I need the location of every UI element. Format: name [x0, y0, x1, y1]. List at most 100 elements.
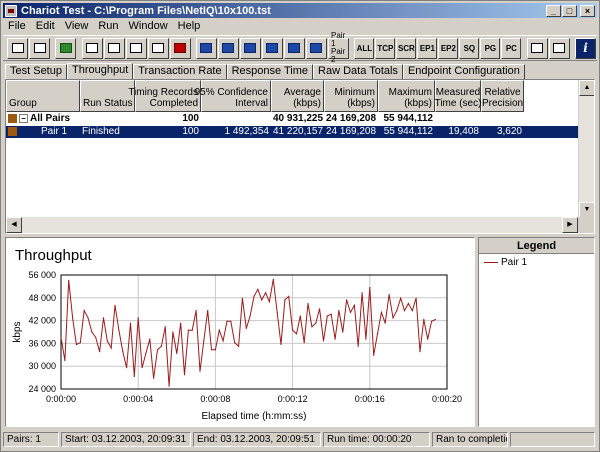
menu-view[interactable]: View	[60, 19, 94, 34]
filter-pg-button[interactable]: PG	[480, 37, 501, 59]
data-point	[388, 294, 390, 296]
menu-window[interactable]: Window	[124, 19, 173, 34]
average-cell: 40 931,225	[273, 113, 324, 124]
data-point	[168, 385, 170, 387]
scroll-right-icon[interactable]: ▶	[562, 217, 578, 233]
group-icon	[8, 113, 17, 123]
filter-tcp-button[interactable]: TCP	[375, 37, 396, 59]
data-point	[423, 318, 425, 321]
legend-item[interactable]: Pair 1	[484, 257, 594, 268]
column-header-average[interactable]: Average (kbps)	[271, 80, 324, 112]
print-button[interactable]	[29, 37, 50, 59]
window-title: Chariot Test - C:\Program Files\NetIQ\10…	[21, 4, 271, 17]
group-cell: − All Pairs	[6, 113, 135, 125]
tab-transaction-rate[interactable]: Transaction Rate	[133, 64, 227, 79]
stop-button[interactable]	[81, 37, 103, 59]
vertical-scrollbar[interactable]: ▲ ▼	[578, 80, 594, 218]
x-tick-label: 0:00:00	[46, 394, 76, 404]
help-button[interactable]: i	[575, 37, 597, 59]
data-point	[83, 310, 85, 312]
tab-endpoint-configuration[interactable]: Endpoint Configuration	[402, 64, 525, 79]
endpoint-icon	[288, 43, 301, 53]
save-button[interactable]	[7, 37, 28, 59]
x-tick-label: 0:00:16	[355, 394, 385, 404]
tab-response-time[interactable]: Response Time	[226, 64, 314, 79]
minimize-button[interactable]: _	[546, 4, 561, 17]
chart-title: Throughput	[15, 247, 92, 264]
delete-button[interactable]	[169, 37, 191, 59]
column-header-maximum[interactable]: Maximum (kbps)	[378, 80, 435, 112]
tab-raw-data-totals[interactable]: Raw Data Totals	[313, 64, 403, 79]
menu-edit[interactable]: Edit	[31, 19, 60, 34]
cut-button[interactable]	[103, 37, 125, 59]
add-multicast-button[interactable]	[217, 37, 239, 59]
filter-all-button[interactable]: ALL	[354, 37, 375, 59]
maximize-button[interactable]: □	[562, 4, 577, 17]
menu-file[interactable]: File	[3, 19, 31, 34]
column-header-measured-time[interactable]: Measured Time (sec)	[435, 80, 481, 112]
table-row-all-pairs[interactable]: − All Pairs 100 40 931,225 24 169,208 55 …	[6, 113, 524, 125]
data-point	[156, 349, 159, 351]
data-point	[207, 310, 209, 312]
filter-ep2-button[interactable]: EP2	[438, 37, 459, 59]
column-header-minimum[interactable]: Minimum (kbps)	[324, 80, 378, 112]
data-point	[349, 311, 352, 313]
filter-pc-button[interactable]: PC	[501, 37, 522, 59]
scroll-up-icon[interactable]: ▲	[579, 80, 594, 96]
save-icon	[11, 43, 24, 53]
data-point	[257, 288, 259, 290]
horizontal-scrollbar[interactable]: ◀ ▶	[6, 217, 578, 233]
list-icon	[553, 43, 566, 53]
precision-cell: 3,620	[496, 126, 522, 137]
app-icon[interactable]	[5, 4, 17, 17]
column-header-precision[interactable]: Relative Precision	[481, 80, 524, 112]
endpoint-button[interactable]	[283, 37, 305, 59]
tab-throughput[interactable]: Throughput	[66, 63, 134, 79]
table-row[interactable]: Pair 1 Finished 100 1 492,354 41 220,157…	[6, 126, 578, 138]
data-point	[230, 320, 232, 322]
data-point	[292, 329, 294, 331]
list-button[interactable]	[548, 37, 570, 59]
collapse-icon[interactable]: −	[19, 113, 28, 123]
group-cell: Pair 1	[6, 126, 80, 138]
data-point	[180, 322, 182, 324]
data-point	[434, 318, 436, 321]
filter-ep1-button[interactable]: EP1	[417, 37, 438, 59]
minimum-cell: 24 169,208	[326, 113, 377, 124]
column-header-records[interactable]: Timing Records Completed	[128, 80, 201, 112]
column-header-group[interactable]: Group	[6, 80, 80, 112]
edit-pair-button[interactable]	[239, 37, 261, 59]
column-header-run-status[interactable]: Run Status	[80, 80, 135, 112]
y-tick-label: 48 000	[28, 293, 56, 303]
tab-test-setup[interactable]: Test Setup	[5, 64, 67, 79]
datagram-button[interactable]	[305, 37, 327, 59]
x-tick-label: 0:00:08	[200, 394, 230, 404]
time-cell	[435, 113, 481, 125]
data-point	[415, 297, 417, 299]
paste-button[interactable]	[147, 37, 169, 59]
x-tick-label: 0:00:04	[123, 394, 153, 404]
data-point	[303, 342, 305, 344]
legend-panel: Legend Pair 1	[478, 237, 595, 427]
columns-button[interactable]	[526, 37, 548, 59]
menu-help[interactable]: Help	[173, 19, 206, 34]
data-point	[153, 377, 155, 379]
menu-run[interactable]: Run	[93, 19, 123, 34]
filter-sq-button[interactable]: SQ	[459, 37, 480, 59]
network-button[interactable]	[261, 37, 283, 59]
copy-button[interactable]	[125, 37, 147, 59]
scroll-left-icon[interactable]: ◀	[6, 217, 22, 233]
column-header-confidence[interactable]: 95% Confidence Interval	[195, 80, 271, 112]
filter-scr-button[interactable]: SCR	[396, 37, 417, 59]
title-bar[interactable]: Chariot Test - C:\Program Files\NetIQ\10…	[3, 3, 597, 18]
close-button[interactable]: ×	[580, 4, 595, 17]
scroll-down-icon[interactable]: ▼	[579, 202, 594, 218]
add-pair-button[interactable]	[195, 37, 217, 59]
data-point	[102, 317, 105, 319]
pair-toggle-button[interactable]: Pair 1 Pair 2	[327, 32, 350, 64]
data-point	[110, 347, 112, 349]
data-point	[334, 338, 336, 340]
cut-icon	[108, 43, 121, 53]
data-point	[411, 310, 413, 312]
run-button[interactable]	[55, 37, 77, 59]
